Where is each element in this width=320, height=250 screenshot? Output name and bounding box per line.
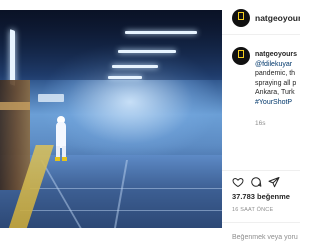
ceiling-light bbox=[108, 76, 142, 79]
like-count[interactable]: 37.783 beğenme bbox=[232, 192, 300, 201]
caption-mention[interactable]: @fdilekuyar bbox=[255, 60, 300, 70]
post-header: natgeoyours bbox=[222, 0, 300, 35]
floor-line bbox=[20, 210, 222, 211]
username-link[interactable]: natgeoyours bbox=[255, 13, 300, 23]
ceiling-light bbox=[118, 50, 176, 53]
heart-icon[interactable] bbox=[232, 176, 244, 188]
worker-boot bbox=[55, 157, 60, 161]
train-stripe bbox=[0, 102, 30, 110]
instagram-post: natgeoyours natgeoyours @fdilekuyar pand… bbox=[0, 0, 300, 250]
worker-hazmat-suit bbox=[56, 122, 66, 148]
natgeo-frame-logo bbox=[238, 50, 244, 58]
caption-age: 16s bbox=[255, 120, 266, 127]
caption-username[interactable]: natgeoyours bbox=[255, 50, 300, 60]
ceiling-light bbox=[112, 65, 158, 68]
comment-input[interactable] bbox=[232, 231, 298, 243]
action-bar bbox=[222, 170, 300, 188]
caption-avatar[interactable] bbox=[232, 47, 250, 65]
caption-line: spraying all p bbox=[255, 79, 297, 87]
caption-line: Ankara, Turk bbox=[255, 89, 295, 96]
share-icon[interactable] bbox=[268, 176, 280, 188]
comment-icon[interactable] bbox=[250, 176, 262, 188]
caption-line: pandemic, th bbox=[255, 70, 296, 77]
ceiling-light bbox=[125, 31, 197, 34]
floor-line bbox=[30, 188, 222, 189]
ceiling-light bbox=[10, 29, 15, 86]
post-timestamp[interactable]: 16 SAAT ÖNCE bbox=[232, 207, 273, 213]
avatar[interactable] bbox=[232, 9, 250, 27]
station-sign bbox=[38, 94, 64, 102]
post-photo[interactable] bbox=[0, 10, 222, 228]
caption: natgeoyours @fdilekuyar pandemic, th spr… bbox=[255, 50, 300, 107]
post-side-panel: natgeoyours natgeoyours @fdilekuyar pand… bbox=[222, 0, 300, 250]
subway-ceiling bbox=[0, 10, 222, 80]
worker-boot bbox=[62, 157, 67, 161]
natgeo-frame-logo bbox=[238, 12, 244, 20]
caption-hashtag[interactable]: #YourShotP bbox=[255, 98, 300, 108]
comment-bar bbox=[222, 222, 300, 250]
